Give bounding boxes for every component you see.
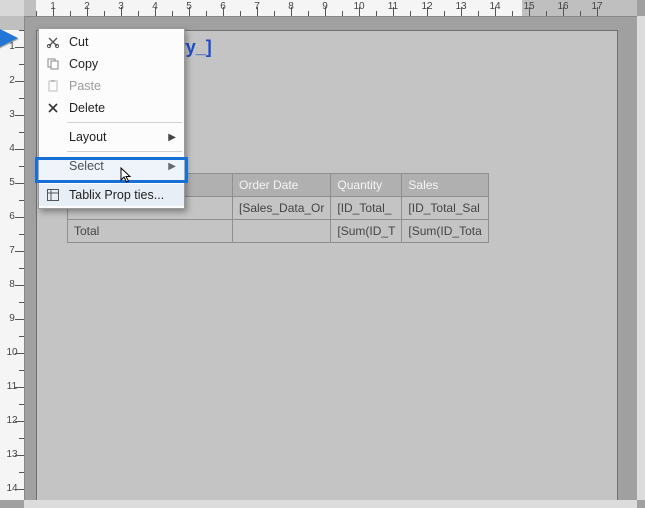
vertical-scrollbar[interactable] <box>637 16 645 500</box>
ruler-tick: 4 <box>138 0 172 16</box>
ruler-tick: 10 <box>342 0 376 16</box>
ruler-tick: 16 <box>546 0 580 16</box>
paste-icon <box>45 78 61 94</box>
context-menu: Cut Copy Paste Delete Layout ▶ Select ▶ … <box>38 28 185 209</box>
menu-item-label: Tablix Prop ties... <box>69 188 164 202</box>
menu-item-tablix-properties[interactable]: Tablix Prop ties... <box>39 184 184 206</box>
chevron-right-icon: ▶ <box>168 161 176 172</box>
ruler-tick: 8 <box>274 0 308 16</box>
ruler-tick: 2 <box>0 64 24 98</box>
ruler-tick: 12 <box>410 0 444 16</box>
table-header-cell[interactable]: Sales <box>402 174 488 197</box>
ruler-tick: 14 <box>0 472 24 500</box>
properties-icon <box>45 187 61 203</box>
ruler-tick: 9 <box>308 0 342 16</box>
menu-item-cut[interactable]: Cut <box>39 31 184 53</box>
delete-icon <box>45 100 61 116</box>
ruler-tick: 7 <box>0 234 24 268</box>
ruler-tick: 11 <box>376 0 410 16</box>
pointer-arrow-icon <box>0 28 18 48</box>
ruler-tick: 9 <box>0 302 24 336</box>
menu-item-paste: Paste <box>39 75 184 97</box>
menu-item-label: Delete <box>69 101 105 115</box>
table-header-cell[interactable]: Quantity <box>331 174 402 197</box>
vertical-ruler: 1234567891011121314 <box>0 16 25 500</box>
menu-item-copy[interactable]: Copy <box>39 53 184 75</box>
ruler-tick: 5 <box>172 0 206 16</box>
ruler-corner <box>0 0 25 17</box>
horizontal-ruler: 1234567891011121314151617 <box>24 0 637 17</box>
table-row: Total [Sum(ID_T [Sum(ID_Tota <box>68 220 489 243</box>
chevron-right-icon: ▶ <box>168 132 176 143</box>
menu-item-label: Layout <box>69 130 107 144</box>
cut-icon <box>45 34 61 50</box>
ruler-tick: 7 <box>240 0 274 16</box>
menu-item-label: Cut <box>69 35 88 49</box>
menu-separator <box>67 180 182 181</box>
ruler-tick: 14 <box>478 0 512 16</box>
ruler-tick: 2 <box>70 0 104 16</box>
menu-item-label: Select <box>69 159 104 173</box>
ruler-tick: 8 <box>0 268 24 302</box>
copy-icon <box>45 56 61 72</box>
ruler-tick: 6 <box>206 0 240 16</box>
horizontal-scrollbar[interactable] <box>24 500 637 508</box>
menu-item-layout[interactable]: Layout ▶ <box>39 126 184 148</box>
menu-item-select[interactable]: Select ▶ <box>39 155 184 177</box>
menu-item-delete[interactable]: Delete <box>39 97 184 119</box>
ruler-tick: 12 <box>0 404 24 438</box>
ruler-tick: 5 <box>0 166 24 200</box>
ruler-tick: 3 <box>104 0 138 16</box>
ruler-tick: 17 <box>580 0 614 16</box>
menu-separator <box>67 151 182 152</box>
ruler-tick: 4 <box>0 132 24 166</box>
menu-item-label: Copy <box>69 57 98 71</box>
ruler-tick: 1 <box>36 0 70 16</box>
ruler-tick: 13 <box>0 438 24 472</box>
ruler-tick: 10 <box>0 336 24 370</box>
ruler-tick: 3 <box>0 98 24 132</box>
ruler-tick: 13 <box>444 0 478 16</box>
ruler-tick: 15 <box>512 0 546 16</box>
ruler-tick: 11 <box>0 370 24 404</box>
ruler-tick: 6 <box>0 200 24 234</box>
menu-separator <box>67 122 182 123</box>
menu-item-label: Paste <box>69 79 101 93</box>
table-header-cell[interactable]: Order Date <box>233 174 331 197</box>
